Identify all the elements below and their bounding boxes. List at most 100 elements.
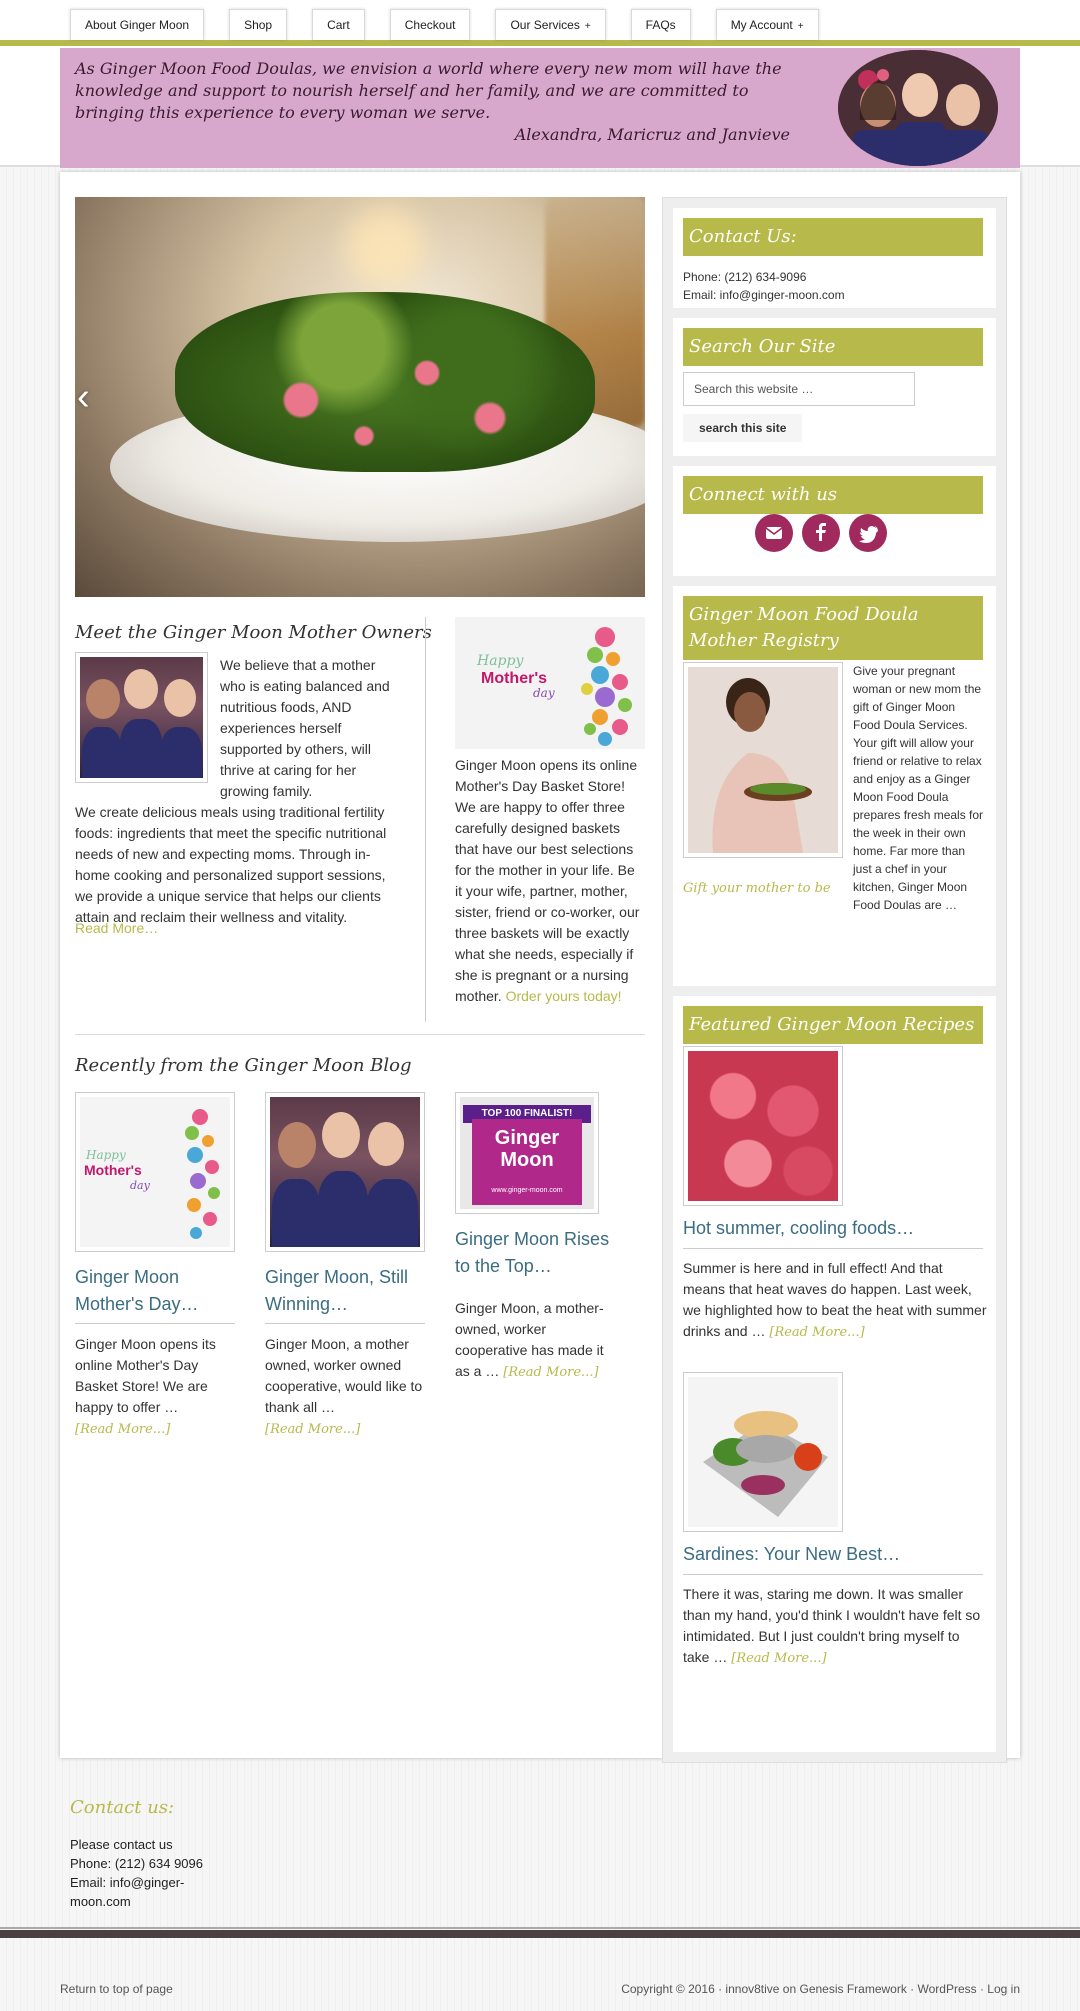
footer-contact-email: Email: info@ginger-moon.com bbox=[70, 1875, 185, 1909]
face bbox=[322, 1112, 360, 1158]
recipe-thumbnail[interactable] bbox=[683, 1372, 843, 1532]
read-more-link[interactable]: [Read More...] bbox=[265, 1422, 360, 1437]
slide-kale-salad bbox=[175, 292, 595, 472]
footer-contact-phone: Phone: (212) 634 9096 bbox=[70, 1856, 203, 1871]
site-footer: Return to top of page Copyright © 2016 ·… bbox=[0, 1938, 1080, 2011]
nav-item-my-account[interactable]: My Account + bbox=[715, 9, 819, 40]
owners-description-text: We create delicious meals using traditio… bbox=[75, 804, 387, 925]
contact-widget: Contact Us: Phone: (212) 634-9096 Email:… bbox=[673, 208, 996, 308]
recipes-widget: Featured Ginger Moon Recipes Hot summer,… bbox=[673, 996, 996, 1752]
recipe-title[interactable]: Sardines: Your New Best… bbox=[683, 1544, 983, 1565]
blog-post: Happy Mother's day Ginger Moon Mother's … bbox=[75, 1092, 235, 1440]
registry-widget: Ginger Moon Food Doula Mother Registry G… bbox=[673, 586, 996, 986]
nav-item-checkout[interactable]: Checkout bbox=[389, 9, 471, 40]
content-wrap: ‹ Meet the Ginger Moon Mother Owners We … bbox=[60, 172, 1020, 1763]
nav-item-cart[interactable]: Cart bbox=[312, 9, 365, 40]
excerpt-text: Ginger Moon, a mother owned, worker owne… bbox=[265, 1336, 423, 1415]
recipe-thumbnail[interactable] bbox=[683, 1046, 843, 1206]
svg-text:Happy: Happy bbox=[476, 653, 524, 669]
registry-description: Give your pregnant woman or new mom the … bbox=[853, 664, 984, 912]
finalist-url: www.ginger-moon.com bbox=[491, 1187, 563, 1194]
nav-label: Our Services bbox=[510, 18, 580, 32]
mission-signature: Alexandra, Maricruz and Janvieve bbox=[514, 125, 790, 144]
contact-email: Email: info@ginger-moon.com bbox=[683, 288, 845, 302]
nav-label: Checkout bbox=[404, 18, 456, 32]
svg-text:Happy: Happy bbox=[85, 1148, 126, 1162]
apron bbox=[272, 1179, 320, 1247]
contact-details: Phone: (212) 634-9096 Email: info@ginger… bbox=[683, 268, 845, 304]
widget-title: Search Our Site bbox=[683, 328, 983, 366]
footer-contact-title: Contact us: bbox=[70, 1797, 175, 1818]
contact-phone: Phone: (212) 634-9096 bbox=[683, 270, 807, 284]
featured-slider: ‹ bbox=[75, 197, 645, 597]
widget-title: Connect with us bbox=[683, 476, 983, 514]
svg-text:day: day bbox=[533, 686, 555, 700]
submenu-plus-icon: + bbox=[797, 21, 804, 32]
nav-item-faqs[interactable]: FAQs bbox=[630, 9, 691, 40]
owners-intro-text: We believe that a mother who is eating b… bbox=[220, 657, 390, 799]
mission-statement: As Ginger Moon Food Doulas, we envision … bbox=[75, 59, 782, 122]
footer-widgets: Contact us: Please contact us Phone: (21… bbox=[0, 1777, 1080, 1927]
nav-label: My Account bbox=[730, 18, 793, 32]
blog-post-title[interactable]: Ginger Moon, Still Winning… bbox=[265, 1264, 425, 1318]
footer-divider bbox=[0, 1927, 1080, 1929]
divider bbox=[683, 1248, 983, 1249]
divider bbox=[75, 1323, 235, 1324]
read-more-link[interactable]: [Read More...] bbox=[769, 1325, 864, 1340]
blog-post-thumbnail[interactable] bbox=[265, 1092, 425, 1252]
nav-label: About Ginger Moon bbox=[85, 18, 190, 32]
widget-title: Ginger Moon Food Doula Mother Registry bbox=[683, 596, 983, 660]
return-to-top-link[interactable]: Return to top of page bbox=[60, 1982, 173, 1996]
read-more-link[interactable]: [Read More...] bbox=[75, 1422, 170, 1437]
owners-read-more-link[interactable]: Read More… bbox=[75, 920, 158, 936]
copyright-text: Copyright © 2016 · innov8tive on Genesis… bbox=[621, 1982, 1020, 1996]
blog-post: Ginger Moon, Still Winning… Ginger Moon,… bbox=[265, 1092, 425, 1440]
mission-banner: As Ginger Moon Food Doulas, we envision … bbox=[60, 48, 1020, 168]
footer-contact-line: Please contact us bbox=[70, 1837, 173, 1852]
svg-text:day: day bbox=[130, 1179, 151, 1192]
mothers-day-text: Ginger Moon opens its online Mother's Da… bbox=[455, 755, 645, 1007]
nav-item-shop[interactable]: Shop bbox=[229, 9, 288, 40]
search-button[interactable]: search this site bbox=[683, 414, 803, 442]
excerpt-text: There it was, staring me down. It was sm… bbox=[683, 1586, 981, 1665]
blog-post-excerpt: Ginger Moon opens its online Mother's Da… bbox=[75, 1334, 235, 1440]
finalist-badge: Ginger Moon www.ginger-moon.com bbox=[472, 1119, 582, 1205]
face bbox=[86, 679, 120, 719]
registry-gift-link[interactable]: Gift your mother to be bbox=[683, 881, 831, 896]
blog-post-title[interactable]: Ginger Moon Rises to the Top… bbox=[455, 1226, 615, 1280]
widget-title: Contact Us: bbox=[683, 218, 983, 256]
recipe-title[interactable]: Hot summer, cooling foods… bbox=[683, 1218, 983, 1239]
email-icon[interactable] bbox=[755, 514, 793, 552]
owners-oval-photo bbox=[838, 50, 998, 166]
nav-item-our-services[interactable]: Our Services + bbox=[495, 9, 606, 40]
svg-text:Mother's: Mother's bbox=[84, 1162, 142, 1178]
facebook-icon[interactable] bbox=[802, 514, 840, 552]
nav-label: Shop bbox=[244, 18, 273, 32]
twitter-icon[interactable] bbox=[849, 514, 887, 552]
face bbox=[164, 679, 196, 717]
blog-post-thumbnail[interactable]: Happy Mother's day bbox=[75, 1092, 235, 1252]
apron bbox=[120, 719, 162, 778]
nav-item-about[interactable]: About Ginger Moon bbox=[70, 9, 205, 40]
divider bbox=[265, 1323, 425, 1324]
face bbox=[368, 1122, 404, 1166]
footer-contact-text: Please contact us Phone: (212) 634 9096 … bbox=[70, 1835, 210, 1911]
blog-post-thumbnail[interactable]: TOP 100 FINALIST! Ginger Moon www.ginger… bbox=[455, 1092, 599, 1214]
section-divider bbox=[75, 1034, 645, 1035]
recipe-excerpt: There it was, staring me down. It was sm… bbox=[683, 1584, 988, 1669]
nav-label: FAQs bbox=[645, 18, 676, 32]
search-input[interactable]: Search this website … bbox=[683, 372, 915, 406]
order-today-link[interactable]: Order yours today! bbox=[506, 988, 622, 1004]
svg-text:Mother's: Mother's bbox=[481, 670, 547, 687]
divider bbox=[683, 1574, 983, 1575]
slider-prev-arrow-icon[interactable]: ‹ bbox=[77, 377, 107, 417]
blog-post-title[interactable]: Ginger Moon Mother's Day… bbox=[75, 1264, 235, 1318]
apron bbox=[366, 1179, 418, 1247]
read-more-link[interactable]: [Read More...] bbox=[503, 1365, 598, 1380]
blog-post-excerpt: Ginger Moon, a mother owned, worker owne… bbox=[265, 1334, 425, 1440]
blog-post: TOP 100 FINALIST! Ginger Moon www.ginger… bbox=[455, 1092, 615, 1383]
slide-candle-glow bbox=[345, 207, 425, 287]
top-navigation-bar: About Ginger Moon Shop Cart Checkout Our… bbox=[0, 0, 1080, 47]
nav-label: Cart bbox=[327, 18, 350, 32]
read-more-link[interactable]: [Read More...] bbox=[731, 1651, 826, 1666]
